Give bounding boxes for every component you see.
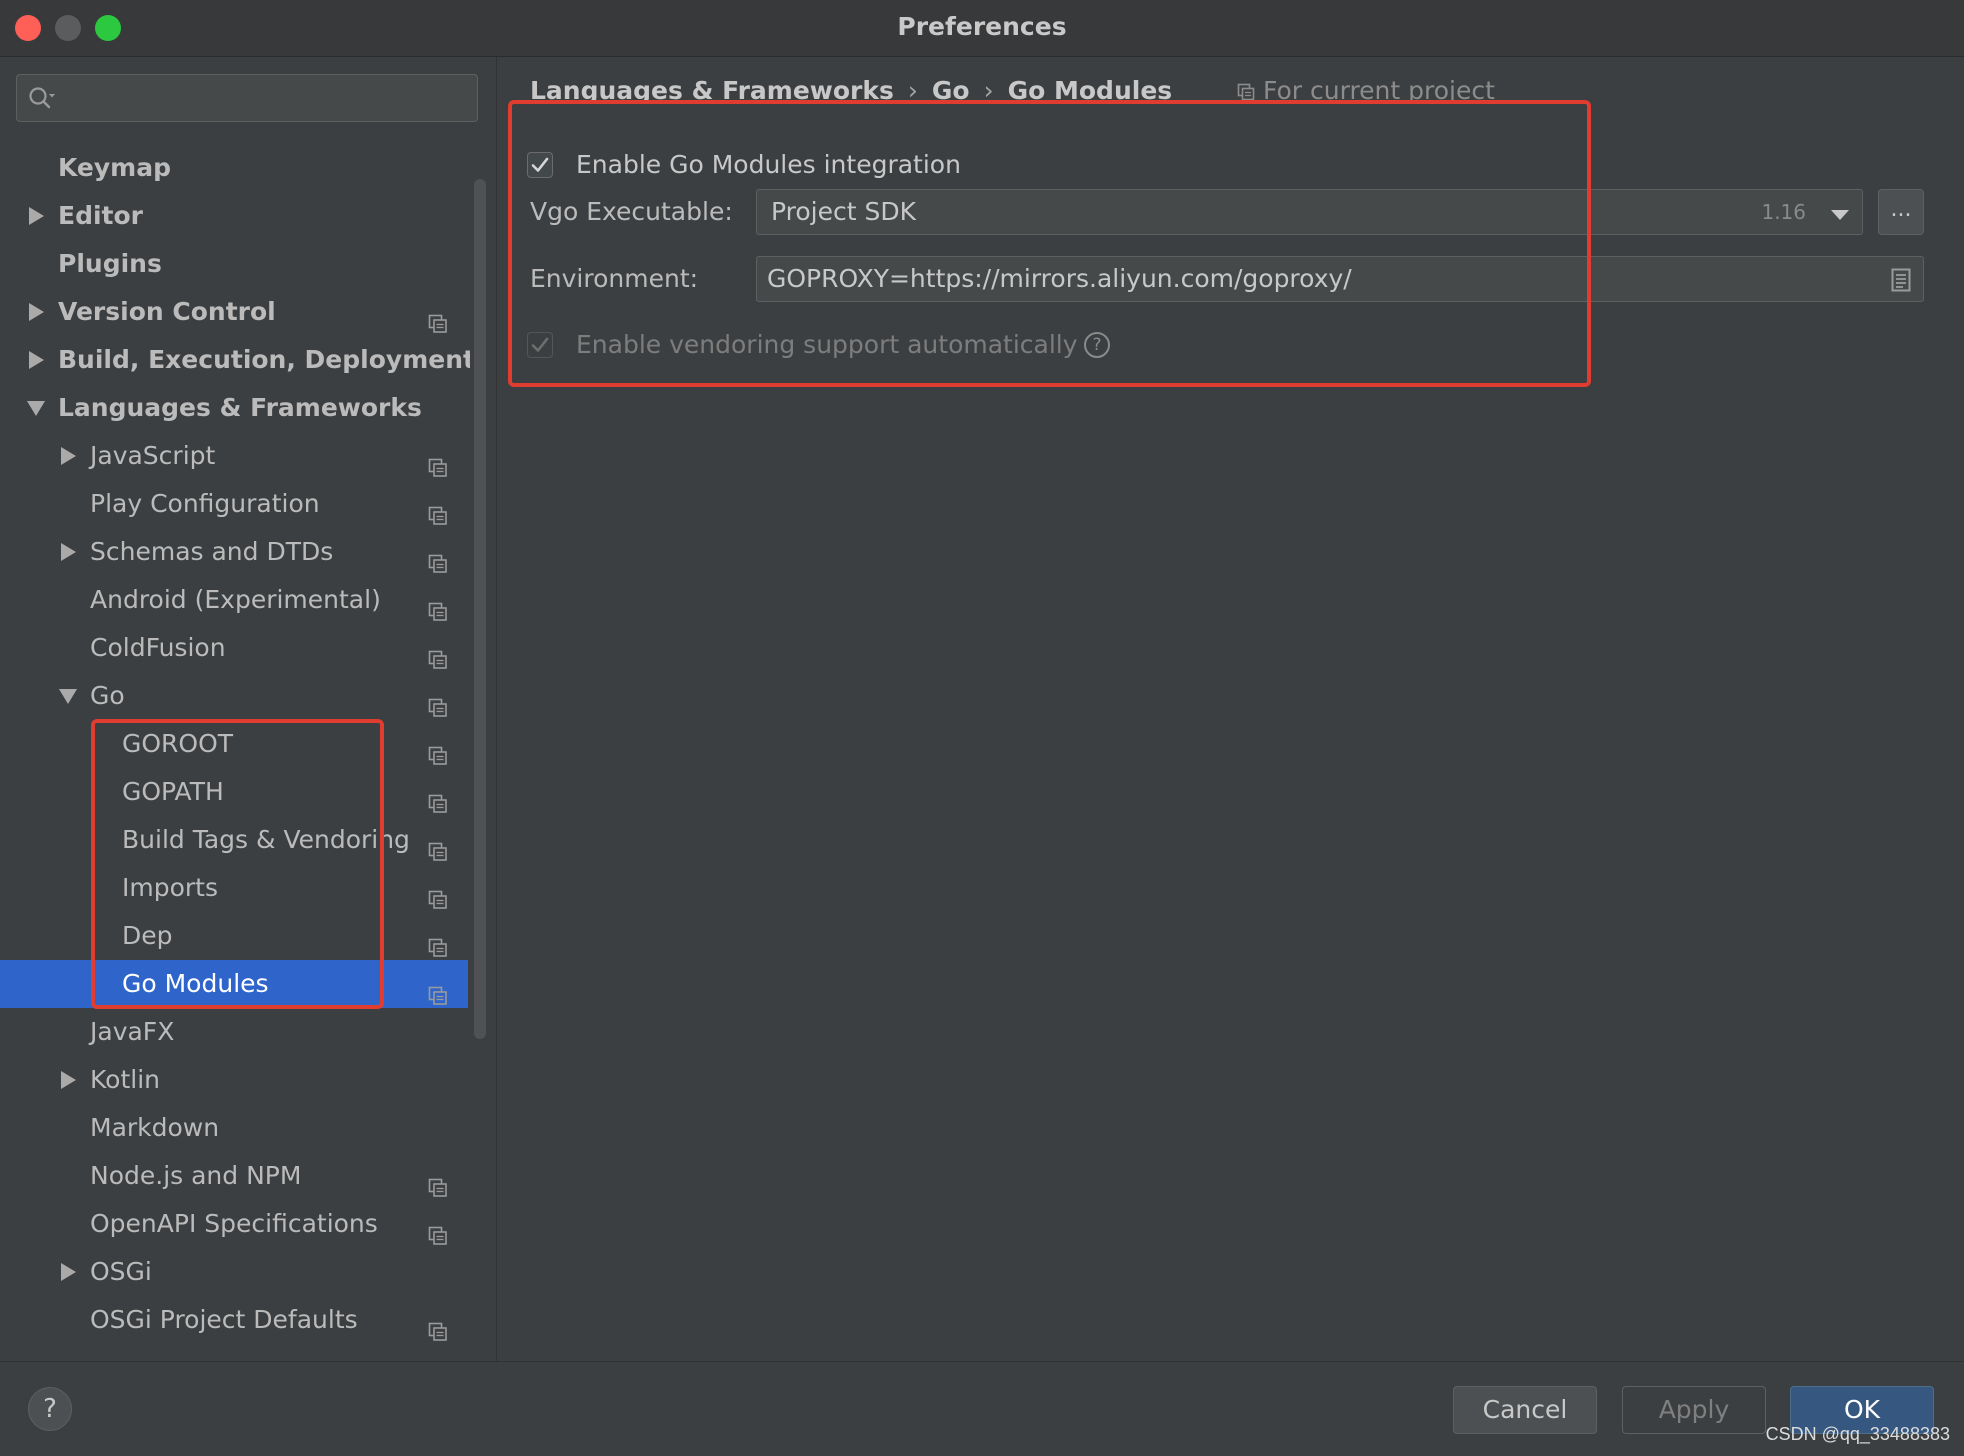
watermark: CSDN @qq_33488383 — [1765, 1424, 1950, 1444]
project-scope-icon — [428, 1214, 448, 1245]
sidebar-item-kotlin[interactable]: Kotlin — [0, 1056, 468, 1104]
project-scope-icon — [428, 638, 448, 669]
project-scope-icon — [428, 974, 448, 1005]
sidebar-item-label: JavaFX — [90, 1017, 175, 1046]
sidebar-item-label: Kotlin — [90, 1065, 160, 1094]
project-scope-icon — [428, 494, 448, 525]
chevron-right-icon[interactable] — [58, 1056, 78, 1104]
help-button[interactable]: ? — [28, 1387, 72, 1431]
sidebar-item-reactive-streams[interactable]: Reactive Streams — [0, 1344, 468, 1356]
sidebar-item-languages-frameworks[interactable]: Languages & Frameworks — [0, 384, 468, 432]
chevron-down-icon[interactable] — [26, 384, 46, 432]
annotation-highlight-box — [91, 719, 384, 1009]
project-scope-icon — [428, 590, 448, 621]
chevron-right-icon[interactable] — [58, 1248, 78, 1296]
sidebar-item-label: Plugins — [58, 249, 162, 278]
project-scope-icon — [1237, 73, 1255, 101]
project-scope-icon — [428, 1310, 448, 1341]
sidebar-scrollbar[interactable] — [474, 179, 486, 1039]
project-scope-icon — [428, 878, 448, 909]
project-scope-icon — [428, 686, 448, 717]
go-modules-settings-panel: Languages & Frameworks › Go › Go Modules For… — [497, 57, 1964, 1361]
chevron-down-icon[interactable] — [1830, 206, 1850, 225]
sdk-version: 1.16 — [1761, 200, 1806, 224]
window-title: Preferences — [897, 12, 1067, 41]
edit-environment-icon[interactable] — [1891, 268, 1911, 296]
sidebar-item-keymap[interactable]: Keymap — [0, 144, 468, 192]
project-scope-icon — [428, 542, 448, 573]
sidebar-item-label: Node.js and NPM — [90, 1161, 302, 1190]
sidebar-item-label: Schemas and DTDs — [90, 537, 334, 566]
sidebar-item-play-configuration[interactable]: Play Configuration — [0, 480, 468, 528]
chevron-right-icon[interactable] — [58, 528, 78, 576]
sidebar-item-label: Android (Experimental) — [90, 585, 381, 614]
project-scope-icon — [428, 782, 448, 813]
sidebar-item-label: Version Control — [58, 297, 276, 326]
sidebar-item-label: Languages & Frameworks — [58, 393, 422, 422]
project-scope-icon — [428, 1166, 448, 1197]
sidebar-item-build-execution-deployment[interactable]: Build, Execution, Deployment — [0, 336, 470, 384]
apply-button[interactable]: Apply — [1622, 1386, 1766, 1434]
sidebar-item-label: Build, Execution, Deployment — [58, 345, 470, 374]
settings-sidebar: Keymap Editor Plugins Version Control Build,… — [0, 57, 497, 1361]
sidebar-item-editor[interactable]: Editor — [0, 192, 468, 240]
sidebar-item-label: OSGi Project Defaults — [90, 1305, 358, 1334]
sidebar-item-osgi[interactable]: OSGi — [0, 1248, 468, 1296]
sidebar-item-javafx[interactable]: JavaFX — [0, 1008, 468, 1056]
cancel-button[interactable]: Cancel — [1453, 1386, 1597, 1434]
project-scope-icon — [428, 734, 448, 765]
project-scope-icon — [428, 830, 448, 861]
sidebar-item-label: Keymap — [58, 153, 172, 182]
sidebar-item-osgi-project-defaults[interactable]: OSGi Project Defaults — [0, 1296, 468, 1344]
sidebar-item-label: Play Configuration — [90, 489, 320, 518]
project-scope-icon — [428, 926, 448, 957]
sidebar-item-label: Go — [90, 681, 125, 710]
chevron-down-icon[interactable] — [58, 672, 78, 720]
chevron-right-icon[interactable] — [58, 432, 78, 480]
chevron-right-icon[interactable] — [26, 288, 46, 336]
sidebar-item-label: ColdFusion — [90, 633, 226, 662]
search-icon[interactable] — [27, 85, 57, 113]
sidebar-item-node-js-and-npm[interactable]: Node.js and NPM — [0, 1152, 468, 1200]
sidebar-item-label: OSGi — [90, 1257, 152, 1286]
sidebar-item-go[interactable]: Go — [0, 672, 468, 720]
chevron-right-icon[interactable] — [26, 336, 46, 384]
project-scope-icon — [428, 446, 448, 477]
sidebar-item-plugins[interactable]: Plugins — [0, 240, 468, 288]
annotation-highlight-box — [508, 100, 1591, 387]
sidebar-item-openapi-specifications[interactable]: OpenAPI Specifications — [0, 1200, 468, 1248]
dialog-footer: ? Cancel Apply OK CSDN @qq_33488383 — [0, 1361, 1964, 1456]
sidebar-item-label: Editor — [58, 201, 143, 230]
settings-search-input[interactable] — [16, 74, 478, 122]
preferences-window: Preferences Keymap Editor Plugins Version C… — [0, 0, 1964, 1456]
browse-executable-button[interactable]: ... — [1878, 189, 1924, 235]
chevron-right-icon[interactable] — [26, 192, 46, 240]
sidebar-item-label: Reactive Streams — [90, 1344, 309, 1356]
sidebar-item-javascript[interactable]: JavaScript — [0, 432, 468, 480]
sidebar-item-label: OpenAPI Specifications — [90, 1209, 378, 1238]
sidebar-item-label: Markdown — [90, 1113, 220, 1142]
sidebar-item-markdown[interactable]: Markdown — [0, 1104, 468, 1152]
sidebar-item-schemas-and-dtds[interactable]: Schemas and DTDs — [0, 528, 468, 576]
sidebar-item-android-experimental[interactable]: Android (Experimental) — [0, 576, 468, 624]
project-scope-icon — [428, 302, 448, 333]
title-bar: Preferences — [0, 0, 1964, 57]
sidebar-item-version-control[interactable]: Version Control — [0, 288, 468, 336]
sidebar-item-label: JavaScript — [90, 441, 216, 470]
sidebar-item-coldfusion[interactable]: ColdFusion — [0, 624, 468, 672]
